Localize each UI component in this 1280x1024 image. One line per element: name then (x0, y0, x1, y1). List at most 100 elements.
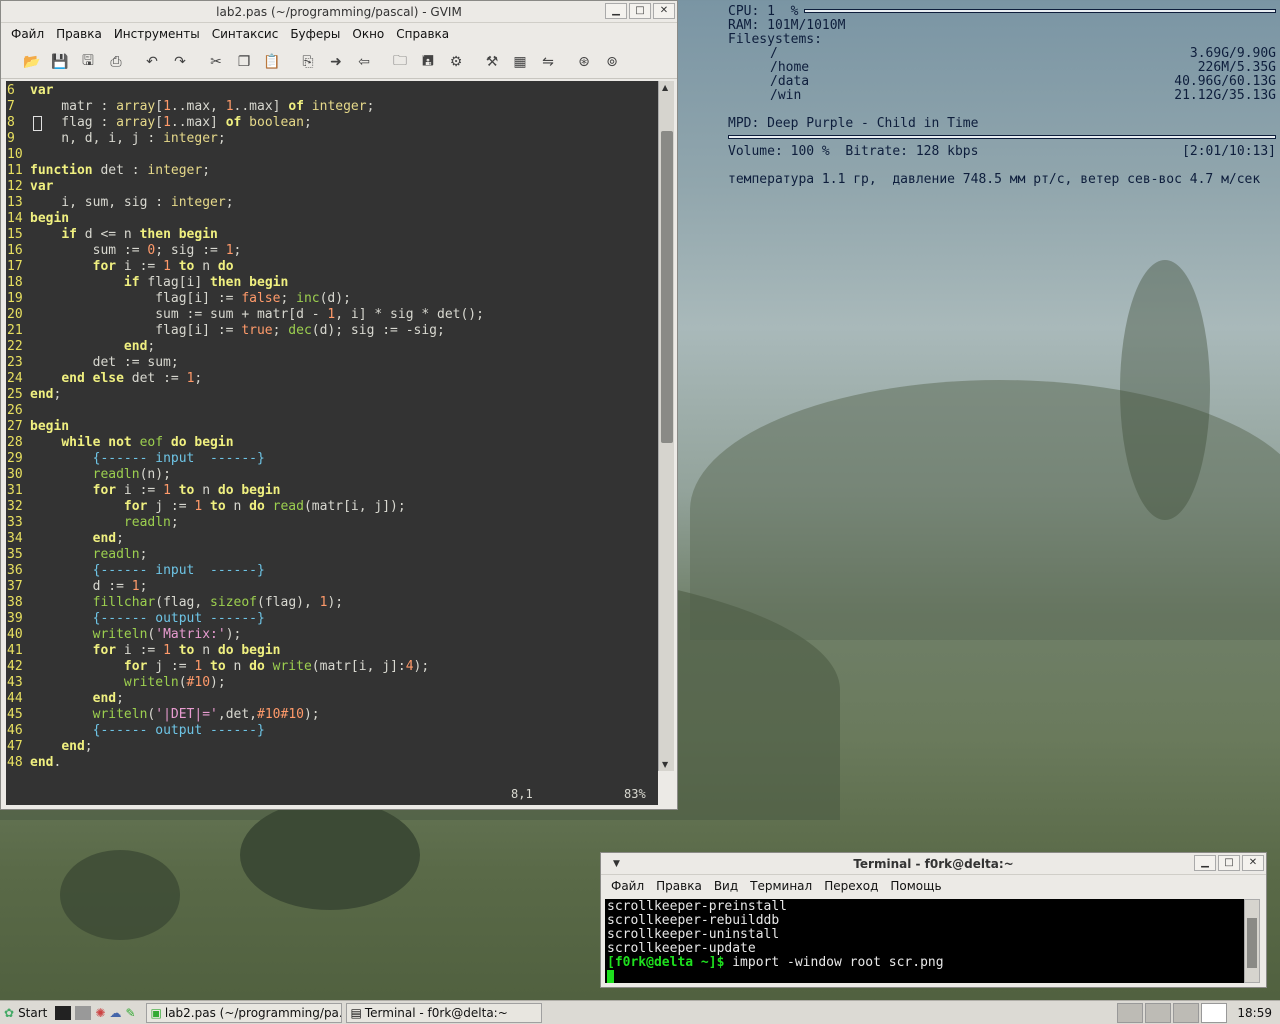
mpd-volume: Volume: 100 % Bitrate: 128 kbps (728, 144, 979, 159)
gvim-window[interactable]: lab2.pas (~/programming/pascal) - GVIM ▁… (0, 0, 678, 810)
menu-go[interactable]: Переход (824, 879, 878, 893)
terminal-icon: ▤ (350, 1005, 362, 1020)
taskbar-task-gvim[interactable]: ▣ lab2.pas (~/programming/pa... (145, 1002, 342, 1023)
paste-icon[interactable]: 📋 (261, 51, 283, 73)
find-prev-icon[interactable]: ⇦ (353, 51, 375, 73)
code-line: 22 end; (6, 339, 658, 355)
menu-edit[interactable]: Правка (56, 27, 102, 41)
line-text: i, sum, sig : integer; (30, 195, 234, 210)
maximize-button[interactable]: □ (629, 3, 651, 19)
scrollbar-thumb[interactable] (661, 131, 673, 443)
code-editor[interactable]: 6 var 7 matr : array[1..max, 1..max] of in… (6, 81, 658, 805)
menu-help[interactable]: Справка (396, 27, 449, 41)
show-desktop-icon[interactable] (75, 1005, 92, 1020)
save-icon[interactable]: 💾 (49, 51, 71, 73)
ram-usage: RAM: 101M/1010M (728, 18, 846, 33)
xfce-logo-icon: ✿ (4, 1005, 15, 1020)
menu-terminal[interactable]: Терминал (750, 879, 812, 893)
mpd-track: MPD: Deep Purple - Child in Time (728, 116, 979, 131)
gvim-toolbar: 📂 💾 🖫 ⎙ ↶ ↷ ✂ ❐ 📋 ⎘ ➜ ⇦ 🗀 🖪 ⚙ ⚒ ▦ ⇋ ⊛ ⊚ (1, 45, 677, 79)
make-icon[interactable]: ⚒ (481, 51, 503, 73)
editor-launcher-icon[interactable]: ✎ (125, 1003, 135, 1023)
close-icon[interactable]: ⊛ (573, 51, 595, 73)
system-monitor: CPU: 1 % RAM: 101M/1010M Filesystems: / 3… (728, 5, 1276, 187)
fs-mount: /data (770, 74, 810, 89)
menu-buffers[interactable]: Буферы (290, 27, 340, 41)
line-text: if d <= n then begin (61, 227, 218, 242)
editor-scrollbar[interactable]: ▲ ▼ (658, 81, 674, 771)
window-title: Terminal - f0rk@delta:~ (853, 856, 1014, 871)
terminal-menubar: Файл Правка Вид Терминал Переход Помощь (601, 875, 1266, 897)
undo-icon[interactable]: ↶ (141, 51, 163, 73)
chevron-down-icon[interactable]: ▼ (613, 859, 620, 869)
vim-status-line: 8,1 83% (6, 781, 658, 805)
save-session-icon[interactable]: 🖪 (417, 51, 439, 73)
line-number: 23 (7, 355, 23, 370)
workspace-3[interactable] (1173, 1002, 1200, 1023)
menu-help[interactable]: Помощь (890, 879, 941, 893)
browser-launcher-icon[interactable]: ✺ (95, 1003, 105, 1023)
scroll-up-icon[interactable]: ▲ (662, 83, 668, 92)
maximize-button[interactable]: □ (1218, 855, 1240, 871)
print-icon[interactable]: ⎙ (105, 51, 127, 73)
line-text: begin (30, 211, 70, 226)
menu-file[interactable]: Файл (11, 27, 44, 41)
terminal-screen[interactable]: scrollkeeper-preinstall scrollkeeper-reb… (605, 899, 1245, 983)
menu-file[interactable]: Файл (611, 879, 644, 893)
gvim-titlebar[interactable]: lab2.pas (~/programming/pascal) - GVIM ▁… (1, 1, 677, 23)
line-text: for j := 1 to n do write(matr[i, j]:4); (123, 659, 430, 674)
find-next-icon[interactable]: ➜ (325, 51, 347, 73)
code-line: 27 begin (6, 419, 658, 435)
start-label: Start (18, 1005, 48, 1020)
load-session-icon[interactable]: 🗀 (389, 51, 411, 73)
cut-icon[interactable]: ✂ (205, 51, 227, 73)
scrollbar-thumb[interactable] (1247, 918, 1257, 968)
menu-window[interactable]: Окно (352, 27, 384, 41)
menu-view[interactable]: Вид (714, 879, 738, 893)
jump-tag-icon[interactable]: ⇋ (537, 51, 559, 73)
open-icon[interactable]: 📂 (21, 51, 43, 73)
save-all-icon[interactable]: 🖫 (77, 51, 99, 73)
code-line: 20 sum := sum + matr[d - 1, i] * sig * d… (6, 307, 658, 323)
fs-usage: 226M/5.35G (1197, 60, 1276, 75)
line-number: 29 (7, 451, 23, 466)
menu-tools[interactable]: Инструменты (114, 27, 200, 41)
line-number: 25 (7, 387, 23, 402)
start-button[interactable]: ✿ Start (4, 1003, 47, 1023)
taskbar: ✿ Start ✺ ☁ ✎ ▣ lab2.pas (~/programming/pa… (0, 1000, 1280, 1024)
fs-mount: /win (770, 88, 802, 103)
find-replace-icon[interactable]: ⎘ (297, 51, 319, 73)
code-line: 33 readln; (6, 515, 658, 531)
terminal-launcher-icon[interactable] (55, 1005, 72, 1020)
tags-icon[interactable]: ▦ (509, 51, 531, 73)
redo-icon[interactable]: ↷ (169, 51, 191, 73)
minimize-button[interactable]: ▁ (605, 3, 627, 19)
terminal-scrollbar[interactable] (1244, 899, 1260, 983)
terminal-titlebar[interactable]: ▼ Terminal - f0rk@delta:~ ▁ □ ✕ (601, 853, 1266, 875)
line-text: end else det := 1; (61, 371, 203, 386)
close-button[interactable]: ✕ (1242, 855, 1264, 871)
menu-edit[interactable]: Правка (656, 879, 702, 893)
line-number: 12 (7, 179, 23, 194)
terminal-window[interactable]: ▼ Terminal - f0rk@delta:~ ▁ □ ✕ Файл Пра… (600, 852, 1267, 988)
menu-syntax[interactable]: Синтаксис (212, 27, 279, 41)
minimize-button[interactable]: ▁ (1194, 855, 1216, 871)
workspace-1[interactable] (1117, 1002, 1144, 1023)
copy-icon[interactable]: ❐ (233, 51, 255, 73)
workspace-4[interactable] (1201, 1002, 1228, 1023)
code-line: 40 writeln('Matrix:'); (6, 627, 658, 643)
code-line: 26 (6, 403, 658, 419)
run-script-icon[interactable]: ⚙ (445, 51, 467, 73)
terminal-line: scrollkeeper-uninstall (607, 927, 780, 942)
line-number: 14 (7, 211, 23, 226)
line-text: end; (92, 691, 124, 706)
clock[interactable]: 18:59 (1237, 1003, 1272, 1023)
code-line: 15 if d <= n then begin (6, 227, 658, 243)
close-button[interactable]: ✕ (653, 3, 675, 19)
messenger-launcher-icon[interactable]: ☁ (109, 1003, 121, 1023)
help-icon[interactable]: ⊚ (601, 51, 623, 73)
code-line: 24 end else det := 1; (6, 371, 658, 387)
taskbar-task-terminal[interactable]: ▤ Terminal - f0rk@delta:~ (345, 1002, 542, 1023)
scroll-down-icon[interactable]: ▼ (662, 760, 668, 769)
workspace-2[interactable] (1145, 1002, 1172, 1023)
